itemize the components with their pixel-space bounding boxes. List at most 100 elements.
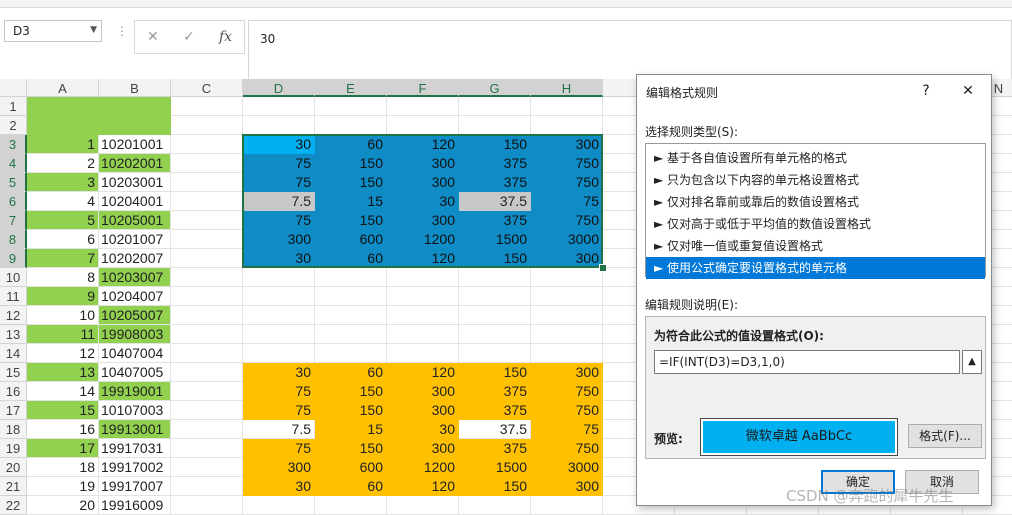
cell-D6[interactable]: 7.5 xyxy=(243,192,315,211)
cell-E1[interactable] xyxy=(315,97,387,116)
row-header[interactable]: 10 xyxy=(0,268,27,287)
cell-G8[interactable]: 1500 xyxy=(459,230,531,249)
rule-type-item[interactable]: ► 仅对高于或低于平均值的数值设置格式 xyxy=(646,213,985,235)
cell-B4[interactable]: 10202001 xyxy=(99,154,171,173)
cell-G21[interactable]: 150 xyxy=(459,477,531,496)
cell-F7[interactable]: 300 xyxy=(387,211,459,230)
cell-C9[interactable] xyxy=(171,249,243,268)
cell-A15[interactable]: 13 xyxy=(27,363,99,382)
cell-G15[interactable]: 150 xyxy=(459,363,531,382)
cell-C14[interactable] xyxy=(171,344,243,363)
rule-type-item[interactable]: ► 基于各自值设置所有单元格的格式 xyxy=(646,147,985,169)
cell-B16[interactable]: 19919001 xyxy=(99,382,171,401)
row-header[interactable]: 22 xyxy=(0,496,27,515)
row-header[interactable]: 9 xyxy=(0,249,27,268)
row-header[interactable]: 13 xyxy=(0,325,27,344)
cell-D4[interactable]: 75 xyxy=(243,154,315,173)
cell-C8[interactable] xyxy=(171,230,243,249)
cell-G1[interactable] xyxy=(459,97,531,116)
cell-B11[interactable]: 10204007 xyxy=(99,287,171,306)
row-header[interactable]: 19 xyxy=(0,439,27,458)
cell-B15[interactable]: 10407005 xyxy=(99,363,171,382)
cell-C5[interactable] xyxy=(171,173,243,192)
rule-type-list[interactable]: ► 基于各自值设置所有单元格的格式 ► 只为包含以下内容的单元格设置格式 ► 仅… xyxy=(645,143,986,279)
cell-G22[interactable] xyxy=(459,496,531,515)
row-header[interactable]: 18 xyxy=(0,420,27,439)
cell-C6[interactable] xyxy=(171,192,243,211)
row-header[interactable]: 1 xyxy=(0,97,27,116)
cell-G7[interactable]: 375 xyxy=(459,211,531,230)
cell-H4[interactable]: 750 xyxy=(531,154,603,173)
cell-F10[interactable] xyxy=(387,268,459,287)
close-button[interactable]: ✕ xyxy=(955,80,981,102)
cell-F22[interactable] xyxy=(387,496,459,515)
row-header[interactable]: 12 xyxy=(0,306,27,325)
cell-D14[interactable] xyxy=(243,344,315,363)
cell-G4[interactable]: 375 xyxy=(459,154,531,173)
cell-C15[interactable] xyxy=(171,363,243,382)
rule-type-item-selected[interactable]: ► 使用公式确定要设置格式的单元格 xyxy=(646,257,985,279)
cell-D1[interactable] xyxy=(243,97,315,116)
cell-H20[interactable]: 3000 xyxy=(531,458,603,477)
cell-D8[interactable]: 300 xyxy=(243,230,315,249)
cell-D22[interactable] xyxy=(243,496,315,515)
cell-F9[interactable]: 120 xyxy=(387,249,459,268)
name-box-dropdown-icon[interactable]: ▼ xyxy=(90,25,97,35)
cell-C21[interactable] xyxy=(171,477,243,496)
cell-A14[interactable]: 12 xyxy=(27,344,99,363)
cell-H5[interactable]: 750 xyxy=(531,173,603,192)
cell-D10[interactable] xyxy=(243,268,315,287)
cell-E20[interactable]: 600 xyxy=(315,458,387,477)
cell-H22[interactable] xyxy=(531,496,603,515)
cell-C22[interactable] xyxy=(171,496,243,515)
enter-icon[interactable]: ✓ xyxy=(183,29,195,45)
cell-B14[interactable]: 10407004 xyxy=(99,344,171,363)
fill-handle[interactable] xyxy=(599,264,607,272)
cell-D20[interactable]: 300 xyxy=(243,458,315,477)
cell-B19[interactable]: 19917031 xyxy=(99,439,171,458)
cell-F8[interactable]: 1200 xyxy=(387,230,459,249)
cell-H12[interactable] xyxy=(531,306,603,325)
cell-C13[interactable] xyxy=(171,325,243,344)
column-header[interactable]: C xyxy=(171,79,243,97)
cell-E6[interactable]: 15 xyxy=(315,192,387,211)
cell-G9[interactable]: 150 xyxy=(459,249,531,268)
cell-E19[interactable]: 150 xyxy=(315,439,387,458)
merged-header-block[interactable] xyxy=(27,97,171,135)
cell-C17[interactable] xyxy=(171,401,243,420)
row-header[interactable]: 8 xyxy=(0,230,27,249)
cell-B17[interactable]: 10107003 xyxy=(99,401,171,420)
cell-G10[interactable] xyxy=(459,268,531,287)
cell-A4[interactable]: 2 xyxy=(27,154,99,173)
cell-D13[interactable] xyxy=(243,325,315,344)
cell-H1[interactable] xyxy=(531,97,603,116)
cell-C12[interactable] xyxy=(171,306,243,325)
cell-D19[interactable]: 75 xyxy=(243,439,315,458)
row-header[interactable]: 16 xyxy=(0,382,27,401)
help-button[interactable]: ? xyxy=(913,80,939,102)
cell-D9[interactable]: 30 xyxy=(243,249,315,268)
cell-E22[interactable] xyxy=(315,496,387,515)
cell-A16[interactable]: 14 xyxy=(27,382,99,401)
cell-E21[interactable]: 60 xyxy=(315,477,387,496)
cell-E16[interactable]: 150 xyxy=(315,382,387,401)
cell-D12[interactable] xyxy=(243,306,315,325)
cell-F6[interactable]: 30 xyxy=(387,192,459,211)
cell-E14[interactable] xyxy=(315,344,387,363)
cell-G6[interactable]: 37.5 xyxy=(459,192,531,211)
cell-D7[interactable]: 75 xyxy=(243,211,315,230)
cell-A20[interactable]: 18 xyxy=(27,458,99,477)
cell-H9[interactable]: 300 xyxy=(531,249,603,268)
cell-A17[interactable]: 15 xyxy=(27,401,99,420)
cell-A12[interactable]: 10 xyxy=(27,306,99,325)
cell-B3[interactable]: 10201001 xyxy=(99,135,171,154)
rule-formula-input[interactable]: =IF(INT(D3)=D3,1,0) xyxy=(654,350,960,374)
cell-H10[interactable] xyxy=(531,268,603,287)
formula-bar-resize-handle[interactable]: ⋮ xyxy=(116,24,129,38)
row-header[interactable]: 3 xyxy=(0,135,27,154)
row-header[interactable]: 7 xyxy=(0,211,27,230)
cell-F11[interactable] xyxy=(387,287,459,306)
cell-H16[interactable]: 750 xyxy=(531,382,603,401)
row-header[interactable]: 21 xyxy=(0,477,27,496)
cell-B8[interactable]: 10201007 xyxy=(99,230,171,249)
